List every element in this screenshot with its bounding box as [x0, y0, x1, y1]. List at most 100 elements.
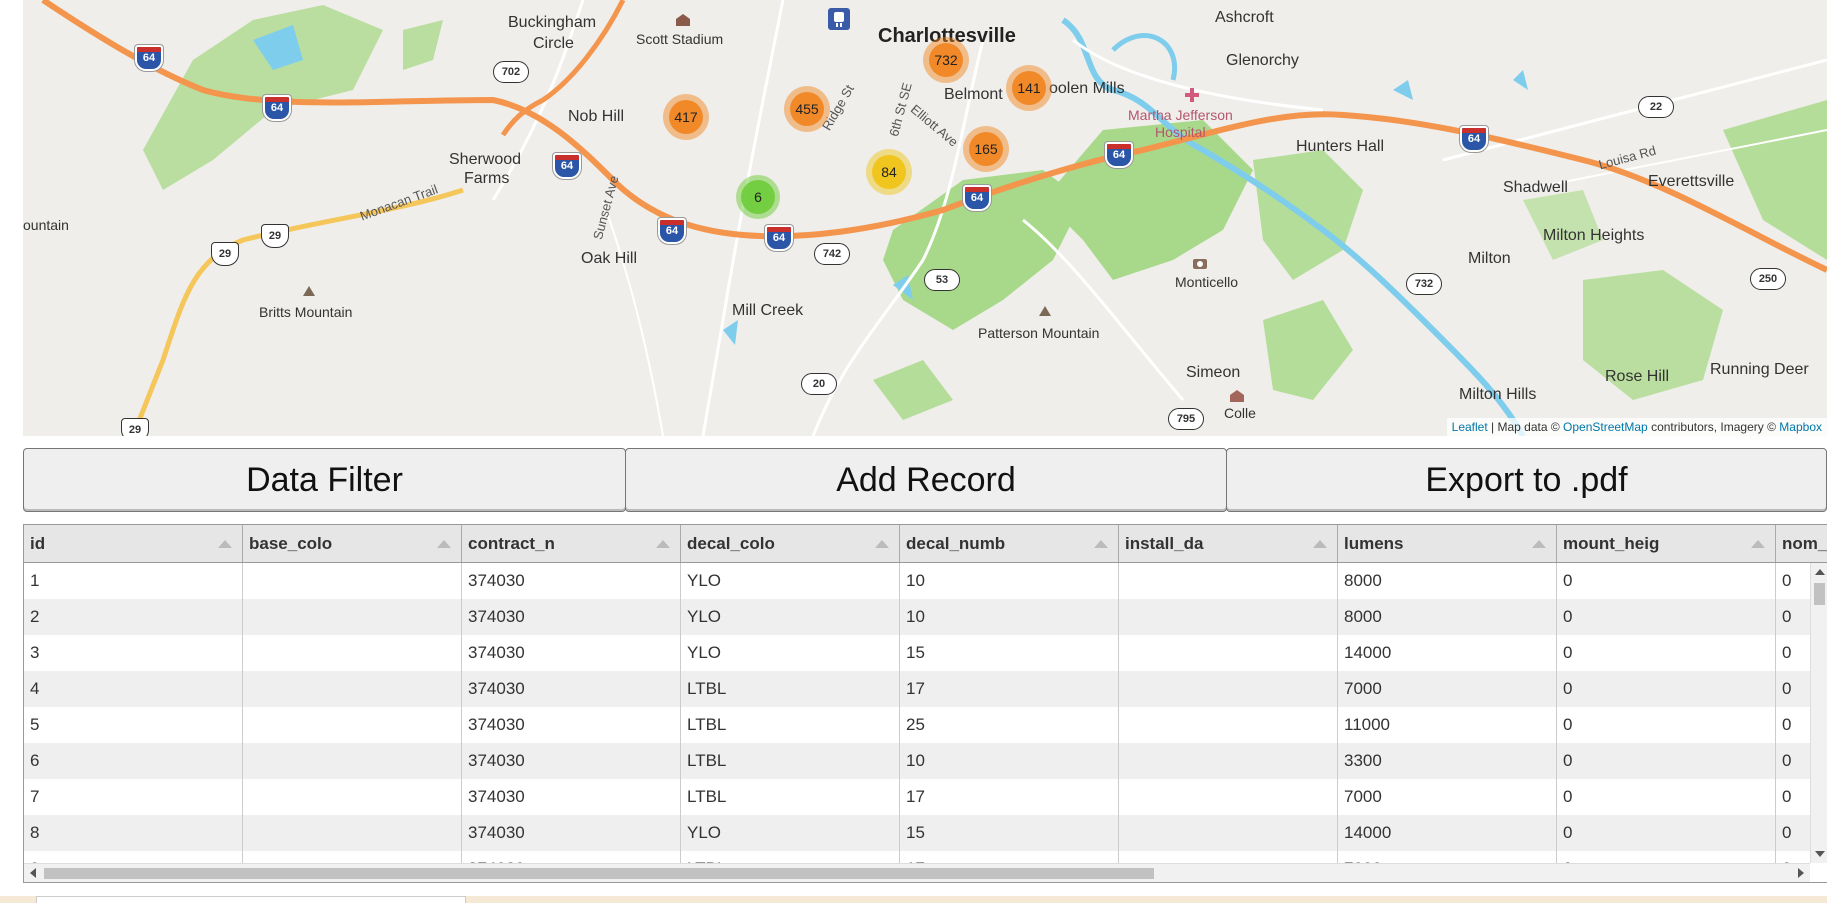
- marker-cluster[interactable]: 84: [866, 149, 912, 195]
- table-cell: 0: [1557, 743, 1776, 779]
- table-cell: YLO: [681, 599, 900, 635]
- place-label: Running Deer: [1710, 361, 1809, 378]
- table-cell: 3: [24, 635, 243, 671]
- table-cell: 0: [1557, 635, 1776, 671]
- table-cell: 14000: [1338, 635, 1557, 671]
- app: Charlottesville Buckingham Circle Scott …: [0, 0, 1827, 903]
- scrollbar-thumb[interactable]: [1814, 583, 1825, 605]
- table-cell: [1119, 779, 1338, 815]
- scroll-right-arrow-icon[interactable]: [1798, 868, 1804, 878]
- table-cell: [243, 707, 462, 743]
- bottom-tab[interactable]: [36, 896, 466, 903]
- table-cell: 8000: [1338, 563, 1557, 599]
- map-view[interactable]: Charlottesville Buckingham Circle Scott …: [23, 0, 1827, 436]
- table-cell: 0: [1557, 563, 1776, 599]
- table-cell: 0: [1776, 635, 1810, 671]
- column-header-base-colo[interactable]: base_colo: [243, 525, 462, 562]
- table-row[interactable]: 1 374030 YLO 10 8000 0 0: [24, 563, 1810, 599]
- column-header-label: contract_n: [468, 533, 555, 553]
- scroll-left-arrow-icon[interactable]: [30, 868, 36, 878]
- data-table[interactable]: id base_colo contract_n decal_colo decal…: [23, 524, 1827, 883]
- marker-cluster[interactable]: 732: [923, 37, 969, 83]
- interstate-shield-icon: 64: [135, 45, 163, 71]
- table-cell: [1119, 743, 1338, 779]
- place-label: Simeon: [1186, 364, 1241, 381]
- table-cell: 0: [1557, 779, 1776, 815]
- place-label: Mill Creek: [732, 302, 804, 319]
- table-cell: [1119, 851, 1338, 863]
- scroll-up-arrow-icon[interactable]: [1815, 569, 1825, 575]
- table-cell: 4: [24, 671, 243, 707]
- sort-arrow-icon[interactable]: [1751, 539, 1765, 548]
- place-label: Milton: [1468, 250, 1511, 267]
- column-header-mount-heig[interactable]: mount_heig: [1557, 525, 1776, 562]
- sort-arrow-icon[interactable]: [218, 539, 232, 548]
- table-cell: [1119, 707, 1338, 743]
- place-label: Rose Hill: [1605, 368, 1670, 385]
- add-record-button[interactable]: Add Record: [625, 448, 1227, 512]
- table-row[interactable]: 4 374030 LTBL 17 7000 0 0: [24, 671, 1810, 707]
- table-row[interactable]: 8 374030 YLO 15 14000 0 0: [24, 815, 1810, 851]
- marker-cluster[interactable]: 455: [784, 86, 830, 132]
- table-row[interactable]: 5 374030 LTBL 25 11000 0 0: [24, 707, 1810, 743]
- column-header-label: lumens: [1344, 533, 1404, 553]
- table-cell: 7: [24, 779, 243, 815]
- column-header-lumens[interactable]: lumens: [1338, 525, 1557, 562]
- marker-cluster[interactable]: 6: [736, 175, 780, 219]
- hospital-icon: [1185, 88, 1199, 102]
- table-cell: [1119, 563, 1338, 599]
- sort-arrow-icon[interactable]: [1532, 539, 1546, 548]
- table-cell: LTBL: [681, 779, 900, 815]
- sort-arrow-icon[interactable]: [875, 539, 889, 548]
- table-cell: 374030: [462, 779, 681, 815]
- table-cell: 374030: [462, 815, 681, 851]
- scrollbar-thumb[interactable]: [44, 868, 1154, 879]
- column-header-nom[interactable]: nom_: [1776, 525, 1827, 562]
- table-row[interactable]: 6 374030 LTBL 10 3300 0 0: [24, 743, 1810, 779]
- marker-cluster[interactable]: 165: [963, 126, 1009, 172]
- sort-arrow-icon[interactable]: [656, 539, 670, 548]
- table-row[interactable]: 2 374030 YLO 10 8000 0 0: [24, 599, 1810, 635]
- table-cell: 374030: [462, 851, 681, 863]
- place-label: Buckingham: [508, 14, 597, 31]
- place-label: Oak Hill: [581, 250, 638, 267]
- column-header-contract-n[interactable]: contract_n: [462, 525, 681, 562]
- column-header-decal-colo[interactable]: decal_colo: [681, 525, 900, 562]
- place-label: Everettsville: [1648, 173, 1735, 190]
- scroll-down-arrow-icon[interactable]: [1815, 851, 1825, 857]
- table-cell: 2: [24, 599, 243, 635]
- column-header-install-da[interactable]: install_da: [1119, 525, 1338, 562]
- sort-arrow-icon[interactable]: [1094, 539, 1108, 548]
- marker-cluster[interactable]: 417: [663, 94, 709, 140]
- marker-cluster[interactable]: 141: [1006, 65, 1052, 111]
- mountain-peak-icon: [1039, 306, 1051, 316]
- place-label: Circle: [533, 35, 574, 52]
- table-row[interactable]: 7 374030 LTBL 17 7000 0 0: [24, 779, 1810, 815]
- export-pdf-button[interactable]: Export to .pdf: [1226, 448, 1827, 512]
- column-header-id[interactable]: id: [24, 525, 243, 562]
- sort-arrow-icon[interactable]: [1313, 539, 1327, 548]
- table-cell: [1119, 635, 1338, 671]
- leaflet-link[interactable]: Leaflet: [1452, 420, 1488, 434]
- table-cell: 0: [1776, 851, 1810, 863]
- horizontal-scrollbar[interactable]: [24, 863, 1810, 882]
- table-cell: 5: [24, 707, 243, 743]
- table-row[interactable]: 3 374030 YLO 15 14000 0 0: [24, 635, 1810, 671]
- column-header-decal-numb[interactable]: decal_numb: [900, 525, 1119, 562]
- data-filter-button[interactable]: Data Filter: [23, 448, 626, 512]
- place-label: Glenorchy: [1226, 52, 1299, 69]
- table-cell: 14000: [1338, 815, 1557, 851]
- table-cell: 0: [1557, 851, 1776, 863]
- us-route-shield-icon: 29: [211, 242, 239, 266]
- table-cell: 10: [900, 743, 1119, 779]
- route-marker-icon: 702: [493, 61, 529, 83]
- table-row[interactable]: 9 374030 LTBL 17 7000 0 0: [24, 851, 1810, 863]
- table-body: 1 374030 YLO 10 8000 0 0 2 374030 YLO 10…: [24, 563, 1810, 863]
- table-cell: 3300: [1338, 743, 1557, 779]
- table-cell: 0: [1557, 671, 1776, 707]
- openstreetmap-link[interactable]: OpenStreetMap: [1563, 420, 1648, 434]
- sort-arrow-icon[interactable]: [437, 539, 451, 548]
- mapbox-link[interactable]: Mapbox: [1779, 420, 1822, 434]
- table-cell: 374030: [462, 563, 681, 599]
- vertical-scrollbar[interactable]: [1810, 563, 1827, 863]
